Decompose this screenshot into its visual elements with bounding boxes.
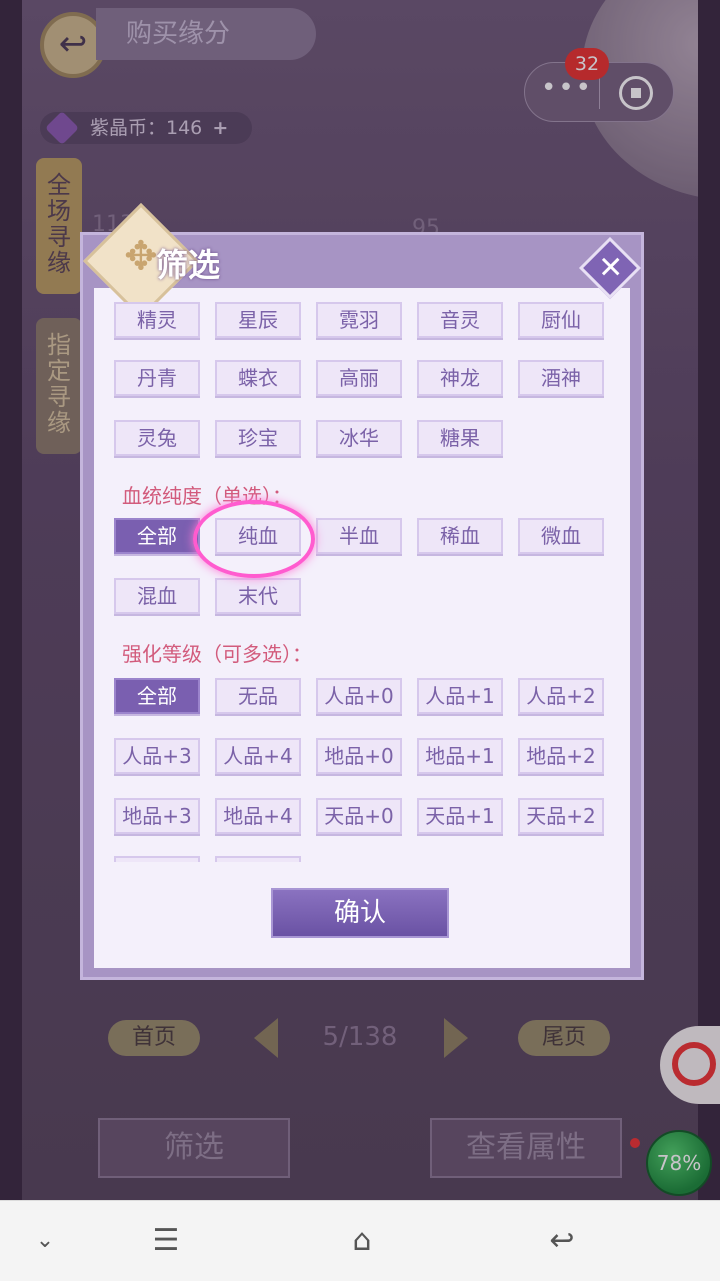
- role-chip[interactable]: 厨仙: [518, 302, 604, 338]
- back-icon[interactable]: ↩: [540, 1221, 584, 1261]
- enhance-chip[interactable]: 人品+1: [417, 678, 503, 714]
- bloodline-chip[interactable]: 末代: [215, 578, 301, 614]
- enhance-chip[interactable]: 地品+2: [518, 738, 604, 774]
- role-chip[interactable]: 音灵: [417, 302, 503, 338]
- bloodline-chip[interactable]: 半血: [316, 518, 402, 554]
- role-chip[interactable]: 高丽: [316, 360, 402, 396]
- menu-icon[interactable]: ☰: [146, 1221, 186, 1261]
- bloodline-chip-selected[interactable]: 全部: [114, 518, 200, 554]
- bloodline-chip[interactable]: 混血: [114, 578, 200, 614]
- enhance-label: 强化等级（可多选）：: [122, 642, 312, 666]
- role-chip[interactable]: 神龙: [417, 360, 503, 396]
- close-icon: ✕: [598, 250, 624, 286]
- enhance-chip[interactable]: 地品+0: [316, 738, 402, 774]
- annotation-circle: [193, 500, 315, 578]
- enhance-chip-partial[interactable]: [215, 856, 301, 862]
- enhance-chip[interactable]: 地品+3: [114, 798, 200, 834]
- enhance-chip[interactable]: 地品+4: [215, 798, 301, 834]
- filter-scroll-area[interactable]: 精灵 星辰 霓羽 音灵 厨仙 丹青 蝶衣 高丽 神龙 酒神 灵兔 珍宝 冰华 糖…: [94, 300, 630, 862]
- role-chip[interactable]: 酒神: [518, 360, 604, 396]
- home-icon[interactable]: ⌂: [340, 1221, 384, 1261]
- chevron-down-icon[interactable]: ⌄: [30, 1221, 60, 1261]
- role-chip[interactable]: 霓羽: [316, 302, 402, 338]
- system-nav-bar: ⌄ ☰ ⌂ ↩: [0, 1200, 720, 1281]
- role-chip[interactable]: 冰华: [316, 420, 402, 456]
- enhance-chip-selected[interactable]: 全部: [114, 678, 200, 714]
- modal-title: 筛选: [156, 246, 221, 284]
- role-chip[interactable]: 蝶衣: [215, 360, 301, 396]
- enhance-chip[interactable]: 无品: [215, 678, 301, 714]
- role-chip[interactable]: 糖果: [417, 420, 503, 456]
- enhance-chip[interactable]: 人品+3: [114, 738, 200, 774]
- enhance-chip[interactable]: 天品+2: [518, 798, 604, 834]
- role-chip[interactable]: 星辰: [215, 302, 301, 338]
- confirm-button[interactable]: 确认: [271, 888, 449, 938]
- role-chip[interactable]: 丹青: [114, 360, 200, 396]
- enhance-chip-partial[interactable]: [114, 856, 200, 862]
- role-chip[interactable]: 珍宝: [215, 420, 301, 456]
- bloodline-chip[interactable]: 微血: [518, 518, 604, 554]
- enhance-chip[interactable]: 天品+1: [417, 798, 503, 834]
- enhance-chip[interactable]: 人品+4: [215, 738, 301, 774]
- enhance-chip[interactable]: 人品+2: [518, 678, 604, 714]
- enhance-chip[interactable]: 天品+0: [316, 798, 402, 834]
- enhance-chip[interactable]: 人品+0: [316, 678, 402, 714]
- bloodline-chip[interactable]: 稀血: [417, 518, 503, 554]
- role-chip[interactable]: 灵兔: [114, 420, 200, 456]
- role-chip[interactable]: 精灵: [114, 302, 200, 338]
- enhance-chip[interactable]: 地品+1: [417, 738, 503, 774]
